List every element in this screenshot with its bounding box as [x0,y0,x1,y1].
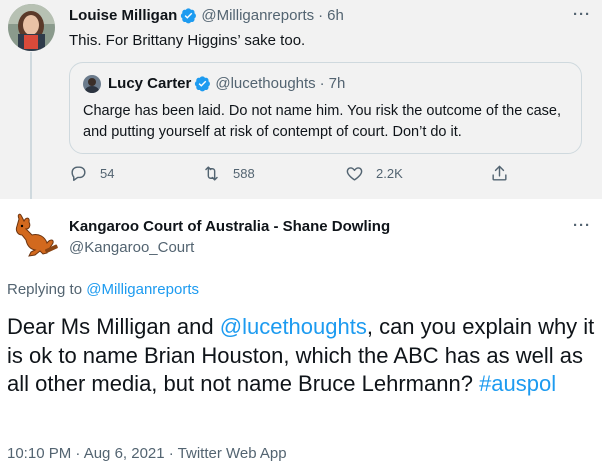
tweet-time[interactable]: 6h [327,7,344,24]
quoted-author-name: Lucy Carter [108,75,192,92]
thread-line [30,52,32,199]
like-count: 2.2K [376,166,403,181]
quoted-tweet-time: 7h [328,75,346,92]
dot-separator: · [318,7,324,24]
author-name[interactable]: Louise Milligan [69,7,177,24]
author-handle[interactable]: @Milliganreports [201,7,314,24]
reply-count: 54 [100,166,115,181]
tweet-actions-bar: 54 588 2.2K [69,164,509,190]
replying-to-link[interactable]: @Milliganreports [86,281,199,298]
reply-more-options-icon[interactable]: ··· [573,217,591,234]
parent-tweet[interactable]: Louise Milligan @Milliganreports · 6h ··… [0,0,602,199]
hashtag-link[interactable]: #auspol [479,371,556,396]
verified-badge-icon [180,7,197,24]
reply-author-name[interactable]: Kangaroo Court of Australia - Shane Dowl… [69,218,390,235]
tweet-metadata[interactable]: 10:10 PM · Aug 6, 2021 · Twitter Web App [7,445,287,462]
more-options-icon[interactable]: ··· [573,6,591,23]
reply-icon [71,166,86,181]
mention-link[interactable]: @lucethoughts [220,314,367,339]
quoted-tweet[interactable]: Lucy Carter @lucethoughts · 7h Charge ha… [69,62,582,154]
share-icon [492,165,507,181]
quoted-tweet-header: Lucy Carter @lucethoughts · 7h [108,75,345,92]
retweet-button[interactable]: 588 [202,164,255,183]
reply-text-part-1: Dear Ms Milligan and [7,314,220,339]
reply-author-handle[interactable]: @Kangaroo_Court [69,239,194,256]
tweet-text: This. For Brittany Higgins’ sake too. [69,32,306,49]
quoted-author-handle: @lucethoughts [215,75,316,92]
retweet-count: 588 [233,166,255,181]
heart-icon [346,167,363,181]
retweet-icon [205,166,218,181]
kangaroo-court-avatar[interactable] [7,209,62,264]
like-button[interactable]: 2.2K [345,164,403,183]
verified-badge-icon [194,75,211,92]
reply-button[interactable]: 54 [69,164,114,183]
lucy-carter-avatar [83,75,101,93]
replying-to-label: Replying to [7,281,83,298]
share-button[interactable] [490,164,521,183]
reply-tweet-text: Dear Ms Milligan and @lucethoughts, can … [7,313,597,399]
dot-separator: · [319,75,325,92]
louise-milligan-avatar[interactable] [8,4,55,51]
replying-to-line: Replying to @Milliganreports [7,281,199,298]
quoted-tweet-text: Charge has been laid. Do not name him. Y… [83,103,561,140]
parent-tweet-header: Louise Milligan @Milliganreports · 6h [69,7,344,24]
